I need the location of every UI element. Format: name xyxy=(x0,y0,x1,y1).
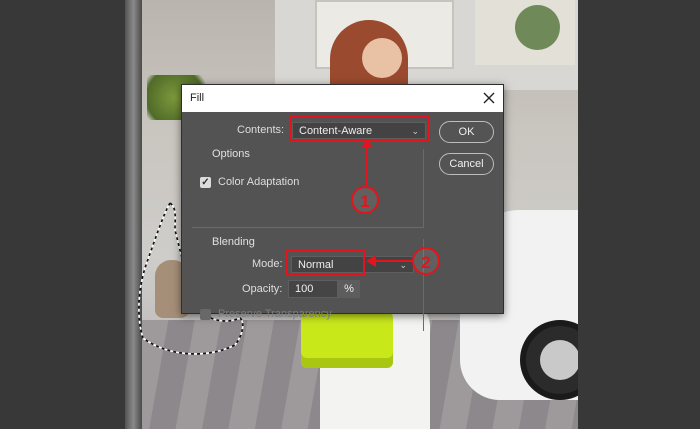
preserve-transparency-label: Preserve Transparency xyxy=(218,308,332,320)
dialog-body: Contents: Content-Aware ⌄ OK Cancel Opti… xyxy=(182,112,503,331)
opacity-input[interactable]: 100 xyxy=(288,280,338,298)
ok-button[interactable]: OK xyxy=(439,121,494,143)
dialog-title: Fill xyxy=(190,92,205,104)
contents-value: Content-Aware xyxy=(299,125,373,137)
color-adaptation-checkbox[interactable]: ✓ xyxy=(200,177,211,188)
cancel-button[interactable]: Cancel xyxy=(439,153,494,175)
chevron-down-icon: ⌄ xyxy=(399,260,407,270)
street-pole xyxy=(125,0,142,429)
fill-dialog: Fill Contents: Content-Aware ⌄ OK Cancel… xyxy=(181,84,504,331)
shop-logo xyxy=(515,5,560,50)
opacity-unit: % xyxy=(338,280,360,298)
blending-title: Blending xyxy=(212,236,255,248)
checkmark-icon: ✓ xyxy=(201,177,210,188)
mode-value: Normal xyxy=(298,259,334,271)
mode-label: Mode: xyxy=(252,258,283,270)
options-group xyxy=(192,149,424,228)
dialog-titlebar: Fill xyxy=(182,85,503,112)
mode-dropdown[interactable]: Normal ⌄ xyxy=(291,256,414,273)
shop-sign xyxy=(475,0,575,65)
preserve-transparency-checkbox[interactable] xyxy=(200,309,211,320)
woman-face xyxy=(362,38,402,78)
step-marker-1: 1 xyxy=(351,186,379,214)
car-wheel xyxy=(520,320,578,400)
contents-label: Contents: xyxy=(237,124,285,136)
close-icon[interactable] xyxy=(481,90,497,106)
step-marker-2: 2 xyxy=(412,247,440,275)
color-adaptation-label: Color Adaptation xyxy=(218,176,300,188)
chevron-down-icon: ⌄ xyxy=(411,126,419,136)
options-title: Options xyxy=(212,148,250,160)
opacity-label: Opacity: xyxy=(242,283,283,295)
contents-dropdown[interactable]: Content-Aware ⌄ xyxy=(292,122,426,139)
